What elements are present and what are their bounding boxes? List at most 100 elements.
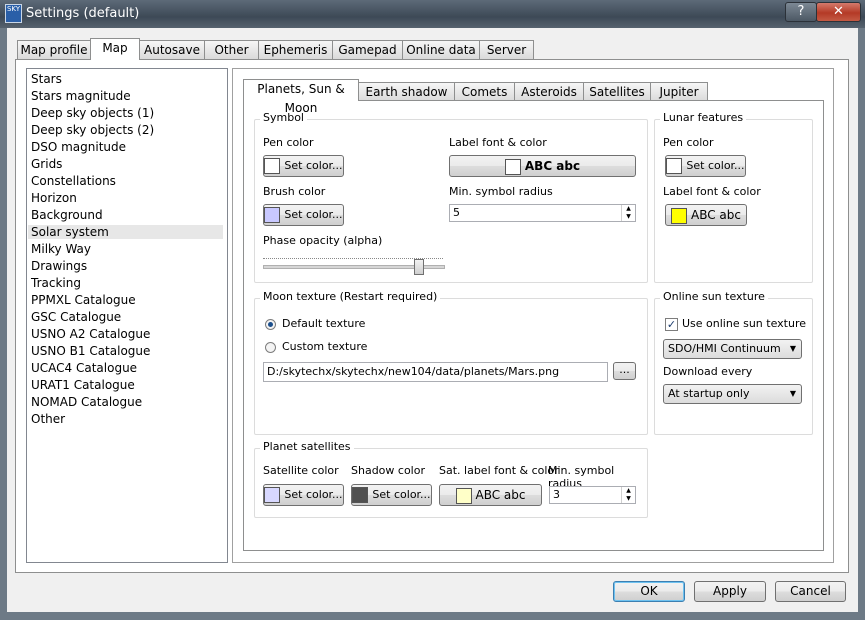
use-online-sun-checkbox[interactable]: ✓ <box>665 318 678 331</box>
tab-map-profile[interactable]: Map profile <box>17 40 91 59</box>
tab-online-data[interactable]: Online data <box>402 40 480 59</box>
lunar-pen-color-button[interactable]: Set color... <box>665 155 746 177</box>
sat-label-font-label: Sat. label font & color <box>439 464 559 477</box>
spin-arrows-icon[interactable]: ▲ ▼ <box>621 205 635 221</box>
tab-earth-shadow[interactable]: Earth shadow <box>358 82 455 101</box>
label-font-button[interactable]: ABC abc <box>449 155 636 177</box>
list-item[interactable]: URAT1 Catalogue <box>31 378 135 392</box>
list-item[interactable]: NOMAD Catalogue <box>31 395 142 409</box>
list-item[interactable]: Stars <box>31 72 62 86</box>
brush-color-button[interactable]: Set color... <box>263 204 344 226</box>
lunar-pen-color-label: Pen color <box>663 136 714 149</box>
tab-satellites[interactable]: Satellites <box>583 82 651 101</box>
category-list[interactable]: Stars Stars magnitude Deep sky objects (… <box>26 68 228 563</box>
group-title: Online sun texture <box>660 290 768 303</box>
button-label: ABC abc <box>475 488 526 502</box>
color-swatch <box>671 207 687 224</box>
list-item[interactable]: Deep sky objects (1) <box>31 106 154 120</box>
close-icon[interactable]: ✕ <box>816 2 861 22</box>
sat-label-font-button[interactable]: ABC abc <box>439 484 542 506</box>
group-title: Planet satellites <box>260 440 354 453</box>
shadow-color-label: Shadow color <box>351 464 425 477</box>
button-label: Set color... <box>284 159 343 172</box>
list-item[interactable]: USNO A2 Catalogue <box>31 327 150 341</box>
custom-texture-radio[interactable] <box>265 342 276 353</box>
download-every-label: Download every <box>663 365 753 378</box>
color-swatch <box>666 158 683 174</box>
group-title: Lunar features <box>660 111 747 124</box>
tab-gamepad[interactable]: Gamepad <box>332 40 403 59</box>
planet-satellites-group: Planet satellites Satellite color Set co… <box>254 440 648 518</box>
list-item[interactable]: GSC Catalogue <box>31 310 121 324</box>
lunar-label-font-label: Label font & color <box>663 185 761 198</box>
list-item[interactable]: Horizon <box>31 191 77 205</box>
button-label: Set color... <box>372 488 431 501</box>
title-bar: SKY Settings (default) ? ✕ <box>0 0 865 28</box>
list-item[interactable]: Milky Way <box>31 242 91 256</box>
min-radius-label: Min. symbol radius <box>449 185 553 198</box>
pen-color-button[interactable]: Set color... <box>263 155 344 177</box>
shadow-color-button[interactable]: Set color... <box>351 484 432 506</box>
help-button[interactable]: ? <box>785 2 817 22</box>
texture-path-field[interactable]: D:/skytechx/skytechx/new104/data/planets… <box>263 362 608 382</box>
list-item[interactable]: Stars magnitude <box>31 89 131 103</box>
list-item[interactable]: Deep sky objects (2) <box>31 123 154 137</box>
symbol-group: Symbol Pen color Set color... Label font… <box>254 111 648 283</box>
tab-jupiter[interactable]: Jupiter <box>650 82 708 101</box>
satellite-color-button[interactable]: Set color... <box>263 484 344 506</box>
tab-asteroids[interactable]: Asteroids <box>514 82 584 101</box>
download-every-dropdown[interactable]: At startup only ▼ <box>663 384 802 404</box>
slider-handle[interactable] <box>414 259 424 275</box>
phase-opacity-label: Phase opacity (alpha) <box>263 234 383 247</box>
tab-map[interactable]: Map <box>90 38 140 60</box>
tab-ephemeris[interactable]: Ephemeris <box>258 40 333 59</box>
list-item[interactable]: UCAC4 Catalogue <box>31 361 137 375</box>
list-item[interactable]: PPMXL Catalogue <box>31 293 136 307</box>
button-label: ABC abc <box>691 208 741 222</box>
default-texture-label: Default texture <box>282 317 366 330</box>
list-item[interactable]: USNO B1 Catalogue <box>31 344 150 358</box>
cancel-button[interactable]: Cancel <box>775 581 846 602</box>
list-item[interactable]: Tracking <box>31 276 81 290</box>
moon-texture-group: Moon texture (Restart required) Default … <box>254 290 648 435</box>
group-title: Moon texture (Restart required) <box>260 290 441 303</box>
custom-texture-label: Custom texture <box>282 340 368 353</box>
dropdown-value: SDO/HMI Continuum <box>668 342 781 355</box>
tab-other[interactable]: Other <box>204 40 259 59</box>
tab-planets-sun-moon[interactable]: Planets, Sun & Moon <box>243 79 359 115</box>
app-icon: SKY <box>5 4 22 23</box>
color-swatch <box>352 487 369 503</box>
list-item[interactable]: Background <box>31 208 103 222</box>
color-swatch <box>504 158 521 175</box>
solar-system-panel: Planets, Sun & Moon Earth shadow Comets … <box>232 68 834 563</box>
brush-color-label: Brush color <box>263 185 326 198</box>
color-swatch <box>264 158 281 174</box>
list-item[interactable]: Drawings <box>31 259 87 273</box>
satellite-color-label: Satellite color <box>263 464 339 477</box>
tab-autosave[interactable]: Autosave <box>139 40 205 59</box>
spin-arrows-icon[interactable]: ▲ ▼ <box>621 487 635 503</box>
color-swatch <box>264 207 281 223</box>
dialog-body: Map profile Map Autosave Other Ephemeris… <box>7 28 858 612</box>
min-radius-spinbox[interactable]: 5 ▲ ▼ <box>449 204 636 222</box>
ok-button[interactable]: OK <box>613 581 685 602</box>
list-item[interactable]: DSO magnitude <box>31 140 126 154</box>
phase-opacity-slider[interactable] <box>263 253 445 275</box>
tab-comets[interactable]: Comets <box>454 82 515 101</box>
label-font-label: Label font & color <box>449 136 547 149</box>
sun-source-dropdown[interactable]: SDO/HMI Continuum ▼ <box>663 339 802 359</box>
chevron-down-icon: ▼ <box>789 344 796 353</box>
browse-button[interactable]: ... <box>613 362 636 380</box>
lunar-label-font-button[interactable]: ABC abc <box>665 204 747 226</box>
button-label: Set color... <box>284 208 343 221</box>
tab-server[interactable]: Server <box>479 40 534 59</box>
button-label: Set color... <box>686 159 745 172</box>
list-item-selected[interactable]: Solar system <box>28 225 223 239</box>
default-texture-radio[interactable] <box>265 319 276 330</box>
sat-min-radius-spinbox[interactable]: 3 ▲ ▼ <box>549 486 636 504</box>
apply-button[interactable]: Apply <box>694 581 766 602</box>
list-item[interactable]: Other <box>31 412 65 426</box>
list-item[interactable]: Grids <box>31 157 62 171</box>
use-online-sun-label: Use online sun texture <box>682 317 806 330</box>
list-item[interactable]: Constellations <box>31 174 116 188</box>
